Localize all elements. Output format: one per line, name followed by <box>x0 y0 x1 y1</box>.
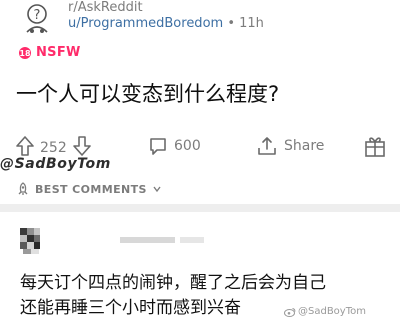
share-label: Share <box>284 138 325 154</box>
meta-separator: • <box>227 16 235 31</box>
watermark-bottom-text: @SadBoyTom <box>298 306 366 317</box>
post-title[interactable]: 一个人可以变态到什么程度? <box>16 78 279 108</box>
vote-count: 252 <box>40 140 67 156</box>
pixelated-avatar-icon <box>20 228 40 254</box>
award-button[interactable] <box>364 134 386 162</box>
sort-dropdown[interactable]: BEST COMMENTS <box>16 182 162 196</box>
chevron-down-icon <box>153 186 161 193</box>
watermark-top: @SadBoyTom <box>0 156 111 172</box>
svg-text:18: 18 <box>19 49 31 58</box>
post-meta: u/ProgrammedBoredom • 11h <box>68 16 264 31</box>
share-icon <box>258 137 276 155</box>
comment-count: 600 <box>174 138 201 154</box>
nsfw-badge: 18 NSFW <box>18 45 81 60</box>
nsfw-label: NSFW <box>36 45 81 60</box>
comment-avatar[interactable] <box>14 224 46 256</box>
gift-icon <box>365 137 385 157</box>
subreddit-name[interactable]: r/AskReddit <box>68 0 143 15</box>
rocket-icon <box>18 182 28 195</box>
sort-label: BEST COMMENTS <box>35 182 147 196</box>
post-time: 11h <box>239 16 264 31</box>
section-divider <box>0 204 400 212</box>
comment-meta-redacted <box>180 237 204 243</box>
share-button[interactable]: Share <box>256 136 324 156</box>
weibo-logo-icon <box>284 307 296 317</box>
nsfw-icon: 18 <box>19 46 31 59</box>
comment-bubble-icon <box>150 138 166 155</box>
comments-button[interactable]: 600 <box>148 136 201 156</box>
downvote-arrow-icon <box>72 136 91 156</box>
comment-text-line-1: 每天订个四点的闹钟，醒了之后会为自己 <box>20 273 326 293</box>
comment-text-line-2: 还能再睡三个小时而感到兴奋 <box>20 298 241 318</box>
subreddit-avatar[interactable]: ? <box>20 2 54 36</box>
author-link[interactable]: u/ProgrammedBoredom <box>68 16 223 31</box>
comment-author-redacted <box>120 237 175 243</box>
upvote-arrow-icon <box>16 136 34 156</box>
watermark-bottom: @SadBoyTom <box>284 306 366 317</box>
snoo-question-icon: ? <box>26 4 48 33</box>
svg-text:?: ? <box>34 8 41 23</box>
